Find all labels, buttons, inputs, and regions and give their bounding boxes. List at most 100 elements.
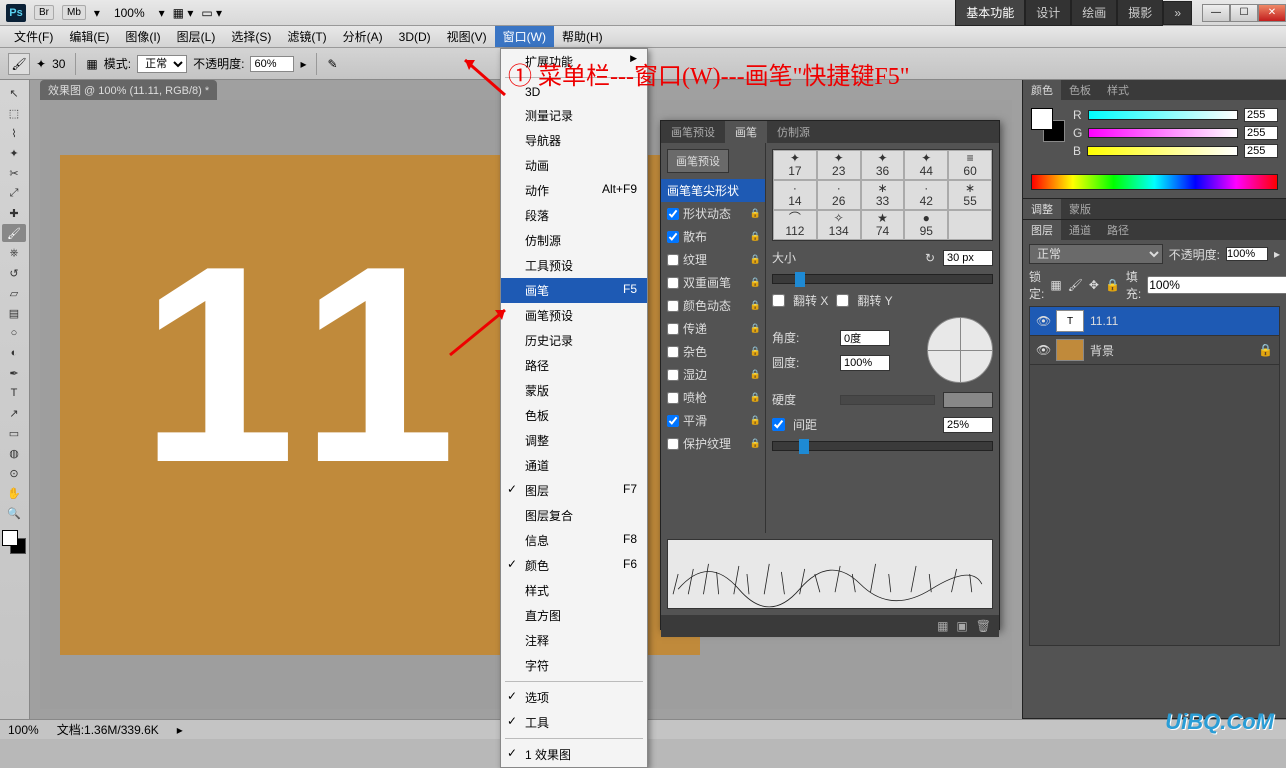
workspace-photo[interactable]: 摄影 xyxy=(1117,0,1163,26)
brush-cell[interactable]: ✦17 xyxy=(773,150,817,180)
window-menu-item[interactable]: 色板 xyxy=(501,403,647,428)
window-menu-item[interactable]: 通道 xyxy=(501,453,647,478)
flip-x-check[interactable] xyxy=(772,294,785,307)
g-slider[interactable] xyxy=(1088,128,1238,138)
window-menu-item[interactable]: 工具预设 xyxy=(501,253,647,278)
workspace-basic[interactable]: 基本功能 xyxy=(955,0,1025,26)
brush-size-display[interactable]: 30 xyxy=(52,57,65,71)
crop-tool[interactable]: ✂ xyxy=(2,164,26,182)
mode-select[interactable]: 正常 xyxy=(137,55,187,73)
minimize-button[interactable]: — xyxy=(1202,4,1230,22)
size-input[interactable] xyxy=(943,250,993,266)
lock-all-icon[interactable]: 🔒 xyxy=(1105,278,1120,292)
brush-option[interactable]: 散布🔒 xyxy=(661,225,765,248)
eyedropper-tool[interactable]: ⤢ xyxy=(2,184,26,202)
3d-tool[interactable]: ◍ xyxy=(2,444,26,462)
tab-brush-presets[interactable]: 画笔预设 xyxy=(661,121,725,143)
zoom-level[interactable]: 100% xyxy=(108,6,151,20)
roundness-input[interactable] xyxy=(840,355,890,371)
brush-cell[interactable]: ∗33 xyxy=(861,180,905,210)
window-menu-item[interactable]: ✓图层F7 xyxy=(501,478,647,503)
document-tab[interactable]: 效果图 @ 100% (11.11, RGB/8) * xyxy=(40,80,217,100)
brush-option[interactable]: 平滑🔒 xyxy=(661,409,765,432)
g-input[interactable] xyxy=(1244,126,1278,140)
reset-size-icon[interactable]: ↻ xyxy=(925,251,935,265)
layer-row[interactable]: 👁 背景 🔒 xyxy=(1030,336,1279,365)
b-slider[interactable] xyxy=(1087,146,1238,156)
menu-analysis[interactable]: 分析(A) xyxy=(335,26,391,47)
maximize-button[interactable]: ☐ xyxy=(1230,4,1258,22)
3d-camera-tool[interactable]: ⊙ xyxy=(2,464,26,482)
spacing-slider[interactable] xyxy=(772,441,993,451)
size-slider[interactable] xyxy=(772,274,993,284)
window-menu-item[interactable]: 直方图 xyxy=(501,603,647,628)
brush-tool[interactable]: 🖌 xyxy=(2,224,26,242)
layer-opacity-input[interactable] xyxy=(1226,247,1268,261)
marquee-tool[interactable]: ⬚ xyxy=(2,104,26,122)
blend-mode-select[interactable]: 正常 xyxy=(1029,244,1163,264)
window-menu-item[interactable]: 段落 xyxy=(501,203,647,228)
brush-option[interactable]: 湿边🔒 xyxy=(661,363,765,386)
new-brush-icon[interactable]: ▣ xyxy=(956,619,967,633)
tab-brush[interactable]: 画笔 xyxy=(725,121,767,143)
dodge-tool[interactable]: ◐ xyxy=(2,344,26,362)
angle-input[interactable] xyxy=(840,330,890,346)
window-menu-item[interactable]: 历史记录 xyxy=(501,328,647,353)
move-tool[interactable]: ↖ xyxy=(2,84,26,102)
window-menu-item[interactable]: 画笔预设 xyxy=(501,303,647,328)
menu-select[interactable]: 选择(S) xyxy=(223,26,279,47)
brush-cell[interactable]: ⌒112 xyxy=(773,210,817,240)
tab-mask[interactable]: 蒙版 xyxy=(1061,199,1099,219)
brush-cell[interactable]: ·14 xyxy=(773,180,817,210)
brush-cell[interactable]: ✦36 xyxy=(861,150,905,180)
arrange-icon[interactable]: ▦ ▾ xyxy=(173,6,194,20)
fg-color[interactable] xyxy=(2,530,18,546)
trash-icon[interactable]: 🗑 xyxy=(976,619,991,633)
window-menu-item[interactable]: 图层复合 xyxy=(501,503,647,528)
window-menu-item[interactable]: ✓选项 xyxy=(501,685,647,710)
shape-tool[interactable]: ▭ xyxy=(2,424,26,442)
spacing-check[interactable] xyxy=(772,418,785,431)
spectrum-bar[interactable] xyxy=(1031,174,1278,190)
workspace-more[interactable]: » xyxy=(1163,1,1192,25)
brush-cell[interactable]: ✦44 xyxy=(904,150,948,180)
brush-grid[interactable]: ✦17✦23✦36✦44≡60·14·26∗33·42∗55⌒112✧134★7… xyxy=(772,149,993,241)
brush-cell[interactable]: ∗55 xyxy=(948,180,992,210)
workspace-design[interactable]: 设计 xyxy=(1025,0,1071,26)
lock-pixel-icon[interactable]: 🖌 xyxy=(1068,278,1083,292)
gradient-tool[interactable]: ▤ xyxy=(2,304,26,322)
menu-edit[interactable]: 编辑(E) xyxy=(61,26,117,47)
history-brush-tool[interactable]: ↺ xyxy=(2,264,26,282)
tab-clone-source[interactable]: 仿制源 xyxy=(767,121,820,143)
flip-y-check[interactable] xyxy=(836,294,849,307)
blur-tool[interactable]: ○ xyxy=(2,324,26,342)
heal-tool[interactable]: ✚ xyxy=(2,204,26,222)
window-menu-item[interactable]: 导航器 xyxy=(501,128,647,153)
menu-layer[interactable]: 图层(L) xyxy=(169,26,224,47)
layer-row[interactable]: 👁 T 11.11 xyxy=(1030,307,1279,336)
window-menu-item[interactable]: 3D xyxy=(501,81,647,103)
brush-option[interactable]: 杂色🔒 xyxy=(661,340,765,363)
color-swatch[interactable] xyxy=(2,530,26,554)
screen-mode-icon[interactable]: ▭ ▾ xyxy=(201,6,222,20)
brush-cell[interactable]: ★74 xyxy=(861,210,905,240)
type-tool[interactable]: T xyxy=(2,384,26,402)
brush-cell[interactable]: ·26 xyxy=(817,180,861,210)
brush-icon[interactable]: ✦ xyxy=(36,57,46,71)
window-menu-item[interactable]: 调整 xyxy=(501,428,647,453)
brush-cell[interactable]: ≡60 xyxy=(948,150,992,180)
window-menu-item[interactable]: 蒙版 xyxy=(501,378,647,403)
window-menu-item[interactable]: 扩展功能▶ xyxy=(501,49,647,74)
lasso-tool[interactable]: ⌇ xyxy=(2,124,26,142)
lock-pos-icon[interactable]: ✥ xyxy=(1089,278,1099,292)
mb-button[interactable]: Mb xyxy=(62,5,86,20)
pen-tool[interactable]: ✒ xyxy=(2,364,26,382)
tab-color[interactable]: 颜色 xyxy=(1023,80,1061,100)
lock-trans-icon[interactable]: ▦ xyxy=(1050,278,1061,292)
brush-cell[interactable]: ✧134 xyxy=(817,210,861,240)
current-tool-icon[interactable]: 🖌 xyxy=(8,53,30,75)
brush-option[interactable]: 纹理🔒 xyxy=(661,248,765,271)
menu-image[interactable]: 图像(I) xyxy=(117,26,168,47)
menu-window[interactable]: 窗口(W) xyxy=(495,26,554,47)
window-menu-item[interactable]: 动作Alt+F9 xyxy=(501,178,647,203)
